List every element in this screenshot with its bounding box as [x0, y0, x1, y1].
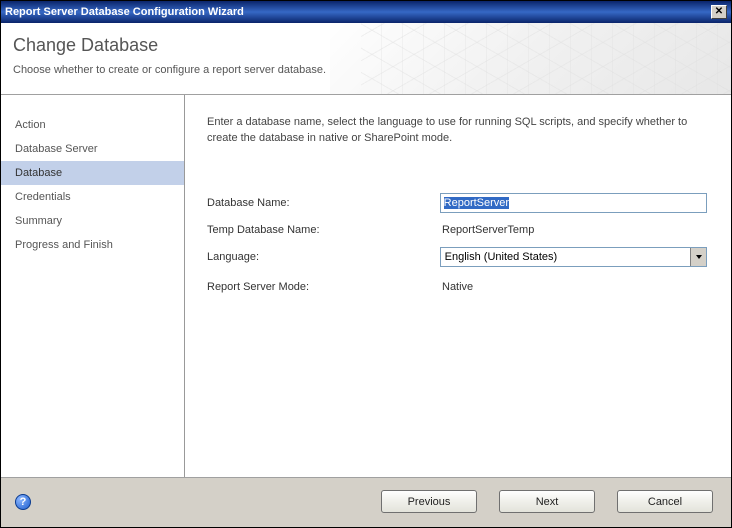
- sidebar-item-label: Summary: [15, 215, 62, 227]
- database-name-value: ReportServer: [444, 197, 509, 209]
- cancel-button[interactable]: Cancel: [617, 490, 713, 513]
- wizard-window: Report Server Database Configuration Wiz…: [0, 0, 732, 528]
- row-database-name: Database Name: ReportServer: [207, 192, 707, 214]
- wizard-header: Change Database Choose whether to create…: [1, 23, 731, 95]
- close-icon: ✕: [715, 7, 723, 17]
- window-title: Report Server Database Configuration Wiz…: [5, 6, 244, 18]
- chevron-down-icon: [696, 255, 702, 259]
- language-value: English (United States): [441, 251, 562, 263]
- row-report-server-mode: Report Server Mode: Native: [207, 276, 707, 298]
- language-select[interactable]: English (United States): [440, 247, 707, 267]
- sidebar-item-database-server[interactable]: Database Server: [1, 137, 184, 161]
- report-server-mode-value: Native: [442, 281, 473, 293]
- steps-sidebar: Action Database Server Database Credenti…: [1, 95, 185, 477]
- wizard-body: Action Database Server Database Credenti…: [1, 95, 731, 478]
- sidebar-item-database[interactable]: Database: [1, 161, 184, 185]
- sidebar-item-label: Action: [15, 119, 46, 131]
- page-title: Change Database: [13, 35, 715, 56]
- database-name-label: Database Name:: [207, 197, 440, 209]
- dropdown-button[interactable]: [690, 248, 706, 266]
- report-server-mode-label: Report Server Mode:: [207, 281, 442, 293]
- content-pane: Enter a database name, select the langua…: [185, 95, 731, 477]
- header-decoration: [330, 23, 732, 94]
- page-subtitle: Choose whether to create or configure a …: [13, 64, 715, 76]
- sidebar-item-summary[interactable]: Summary: [1, 209, 184, 233]
- help-icon[interactable]: ?: [15, 494, 31, 510]
- sidebar-item-action[interactable]: Action: [1, 113, 184, 137]
- sidebar-item-progress-finish[interactable]: Progress and Finish: [1, 233, 184, 257]
- instruction-text: Enter a database name, select the langua…: [207, 115, 707, 147]
- sidebar-item-label: Progress and Finish: [15, 239, 113, 251]
- database-name-input[interactable]: ReportServer: [440, 193, 707, 213]
- sidebar-item-label: Database: [15, 167, 62, 179]
- close-button[interactable]: ✕: [711, 5, 727, 19]
- temp-database-name-value: ReportServerTemp: [442, 224, 534, 236]
- sidebar-item-credentials[interactable]: Credentials: [1, 185, 184, 209]
- row-temp-database-name: Temp Database Name: ReportServerTemp: [207, 219, 707, 241]
- temp-database-name-label: Temp Database Name:: [207, 224, 442, 236]
- sidebar-item-label: Database Server: [15, 143, 98, 155]
- button-row: Previous Next Cancel: [381, 490, 713, 513]
- next-button[interactable]: Next: [499, 490, 595, 513]
- sidebar-item-label: Credentials: [15, 191, 71, 203]
- language-label: Language:: [207, 251, 440, 263]
- row-language: Language: English (United States): [207, 246, 707, 268]
- titlebar: Report Server Database Configuration Wiz…: [1, 1, 731, 23]
- wizard-footer: ? Previous Next Cancel: [1, 478, 731, 527]
- previous-button[interactable]: Previous: [381, 490, 477, 513]
